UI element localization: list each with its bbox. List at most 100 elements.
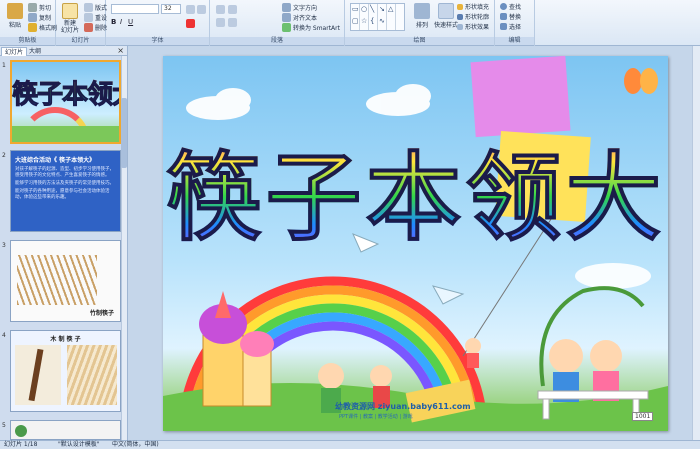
font-name-combo[interactable] xyxy=(111,4,159,14)
paste-button[interactable]: 粘贴 xyxy=(2,3,28,29)
slide-number: 5 xyxy=(2,422,6,429)
brace-icon: { xyxy=(370,17,375,25)
oval-icon: ○ xyxy=(361,5,368,13)
bold-icon[interactable]: B xyxy=(111,18,116,26)
select-icon xyxy=(500,23,507,30)
slide-number: 3 xyxy=(2,242,6,249)
language-indicator: 中文(简体，中国) xyxy=(112,441,159,448)
slides-group: 新建 幻灯片 版式 重设 删除 幻灯片 xyxy=(56,0,107,46)
close-icon[interactable]: × xyxy=(117,46,124,55)
clipboard-group-label: 剪贴板 xyxy=(0,37,55,45)
replace-icon xyxy=(500,13,507,20)
grow-font-icon[interactable] xyxy=(186,5,195,14)
numbering-icon[interactable] xyxy=(228,5,237,14)
tab-slides[interactable]: 幻灯片 xyxy=(1,47,28,56)
find-button[interactable]: 查找 xyxy=(500,2,521,11)
paragraph-group-label: 段落 xyxy=(210,37,344,45)
delete-button[interactable]: 删除 xyxy=(84,23,107,32)
slide-thumb-5[interactable] xyxy=(10,420,121,440)
thumb-bullet: 对孩子解筷子的起源、造型、初步学习使用筷子，感受用筷子的文化特点、产生喜爱筷子的… xyxy=(15,167,114,178)
format-painter-button[interactable]: 格式刷 xyxy=(28,23,57,32)
arrange-button[interactable]: 排列 xyxy=(409,3,435,29)
align-center-icon[interactable] xyxy=(228,18,237,27)
shape-fill-button[interactable]: 形状填充 xyxy=(457,2,489,11)
slide-editor: 筷子本领大 幼教资源网 ziyuan.baby611.com PPT课件 | 教… xyxy=(129,46,700,440)
slide-indicator: 幻灯片 1/18 xyxy=(4,441,38,448)
align-left-icon[interactable] xyxy=(216,18,225,27)
font-size-combo[interactable]: 32 xyxy=(161,4,181,14)
font-group: 32 B I U 字体 xyxy=(106,0,210,46)
brush-icon xyxy=(28,23,37,32)
bullets-icon[interactable] xyxy=(216,5,225,14)
copy-icon xyxy=(28,13,37,22)
cloud-left xyxy=(186,88,251,120)
curve-icon: ∿ xyxy=(379,17,385,25)
copy-button[interactable]: 复制 xyxy=(28,13,51,22)
slide-thumb-4[interactable]: 木 制 筷 子 xyxy=(10,330,121,412)
drawing-group-label: 绘图 xyxy=(345,37,494,45)
clipboard-group: 粘贴 剪切 复制 格式刷 剪贴板 xyxy=(0,0,57,46)
fill-icon xyxy=(457,3,463,10)
find-icon xyxy=(500,3,507,10)
reset-button[interactable]: 重设 xyxy=(84,13,107,22)
drawing-group: ▭ ○ ╲ ↘ △ ▢ ☆ { ∿ 排列 快速样式 形状填充 形状轮廓 形状效果… xyxy=(345,0,495,46)
rounded-rect-icon: ▢ xyxy=(352,17,359,25)
layout-icon xyxy=(84,3,93,12)
arrange-icon xyxy=(414,3,430,19)
align-text-button[interactable]: 对齐文本 xyxy=(282,13,317,22)
watermark: 幼教资源网 ziyuan.baby611.com xyxy=(335,402,471,411)
thumb-grass xyxy=(12,126,119,142)
bench-sign: 1001 xyxy=(632,412,654,421)
smartart-button[interactable]: 转换为 SmartArt xyxy=(282,23,340,32)
cut-button[interactable]: 剪切 xyxy=(28,3,51,12)
slide-thumb-1[interactable]: 筷子本领大 xyxy=(10,60,121,144)
shape-effects-button[interactable]: 形状效果 xyxy=(457,22,489,31)
chopsticks-image xyxy=(17,255,97,305)
arrow-icon: ↘ xyxy=(379,5,385,13)
shrink-font-icon[interactable] xyxy=(197,5,206,14)
select-button[interactable]: 选择 xyxy=(500,22,521,31)
slide-thumb-2[interactable]: 大班综合活动《 筷子本领大》 对孩子解筷子的起源、造型、初步学习使用筷子，感受用… xyxy=(10,150,121,232)
watermark-sub: PPT课件 | 教案 | 教学活动 | 游戏 xyxy=(339,414,413,420)
quick-styles-button[interactable]: 快速样式 xyxy=(433,3,459,29)
new-slide-button[interactable]: 新建 幻灯片 xyxy=(57,3,83,34)
panel-scroll-thumb[interactable] xyxy=(121,98,127,168)
slides-panel: 幻灯片 大纲 × 1 筷子本领大 2 大班综合活动《 筷子本领大》 对孩子解筷子… xyxy=(0,46,128,440)
font-color-icon[interactable] xyxy=(186,19,195,28)
slide-number: 4 xyxy=(2,332,6,339)
status-bar: 幻灯片 1/18 "默认设计模板" 中文(简体，中国) xyxy=(0,440,700,449)
scissors-icon xyxy=(28,3,37,12)
replace-button[interactable]: 替换 xyxy=(500,12,521,21)
italic-icon[interactable]: I xyxy=(120,18,122,26)
wood-image-2 xyxy=(67,345,117,405)
vine xyxy=(539,286,645,387)
tab-outline[interactable]: 大纲 xyxy=(26,47,44,56)
layout-button[interactable]: 版式 xyxy=(84,3,107,12)
editing-group: 查找 替换 选择 编辑 xyxy=(495,0,535,46)
rectangle-icon: ▭ xyxy=(352,5,359,13)
delete-icon xyxy=(84,23,93,32)
thumb-title: 筷子本领大 xyxy=(12,74,119,111)
star-icon: ☆ xyxy=(361,17,368,25)
cloud-bottom-right xyxy=(575,263,651,289)
editor-scrollbar[interactable] xyxy=(692,46,700,440)
ribbon: 粘贴 剪切 复制 格式刷 剪贴板 新建 幻灯片 版式 重设 删除 幻灯片 32 … xyxy=(0,0,700,46)
shape-outline-button[interactable]: 形状轮廓 xyxy=(457,12,489,21)
slide-number: 2 xyxy=(2,152,6,159)
line-icon: ╲ xyxy=(370,5,375,13)
wood-image-1 xyxy=(15,345,61,405)
text-direction-icon xyxy=(282,3,291,12)
theme-name: "默认设计模板" xyxy=(58,441,100,448)
underline-icon[interactable]: U xyxy=(128,18,133,26)
slide-canvas[interactable]: 筷子本领大 幼教资源网 ziyuan.baby611.com PPT课件 | 教… xyxy=(163,56,668,431)
shapes-gallery[interactable]: ▭ ○ ╲ ↘ △ ▢ ☆ { ∿ xyxy=(350,3,405,31)
slide-thumb-3[interactable]: 竹制筷子 xyxy=(10,240,121,322)
triangle-icon: △ xyxy=(388,5,394,13)
panel-scrollbar[interactable] xyxy=(121,56,127,440)
slides-group-label: 幻灯片 xyxy=(56,37,105,45)
slide-number: 1 xyxy=(2,62,6,69)
new-slide-icon xyxy=(62,3,78,19)
slide-title[interactable]: 筷子本领大 xyxy=(163,120,668,259)
thumb-bullet: 能够学习用筷的方法法及夹筷子的常见使用技巧。 xyxy=(15,181,114,186)
text-direction-button[interactable]: 文字方向 xyxy=(282,3,317,12)
